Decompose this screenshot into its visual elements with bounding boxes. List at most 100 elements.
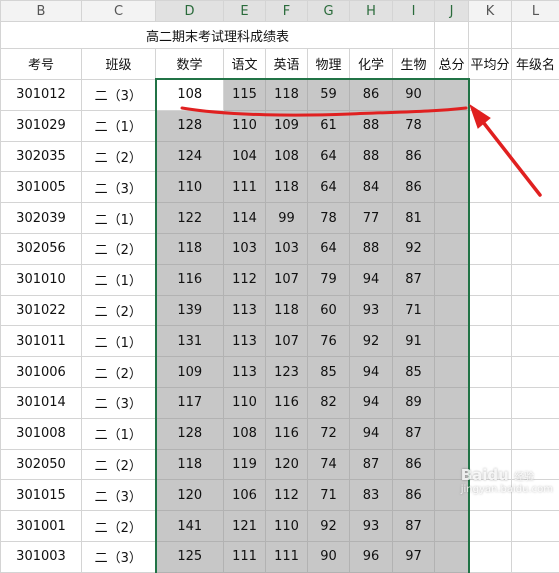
table-cell[interactable]: 110 bbox=[224, 110, 266, 141]
column-header-b[interactable]: B bbox=[1, 1, 82, 22]
table-cell[interactable]: 301003 bbox=[1, 541, 82, 572]
table-cell[interactable]: 86 bbox=[393, 480, 435, 511]
table-cell[interactable]: 302056 bbox=[1, 233, 82, 264]
table-cell[interactable]: 110 bbox=[224, 387, 266, 418]
table-cell[interactable]: 71 bbox=[393, 295, 435, 326]
table-cell[interactable] bbox=[435, 203, 469, 234]
table-cell[interactable]: 94 bbox=[350, 418, 393, 449]
table-cell[interactable]: 99 bbox=[266, 203, 308, 234]
table-cell[interactable]: 90 bbox=[393, 79, 435, 110]
table-cell[interactable]: 78 bbox=[308, 203, 350, 234]
table-cell[interactable] bbox=[435, 357, 469, 388]
table-cell[interactable]: 90 bbox=[308, 541, 350, 572]
table-cell[interactable]: 85 bbox=[393, 357, 435, 388]
table-cell[interactable] bbox=[512, 172, 559, 203]
header-cell-english[interactable]: 英语 bbox=[266, 49, 308, 80]
table-cell[interactable]: 301005 bbox=[1, 172, 82, 203]
table-cell[interactable]: 301012 bbox=[1, 79, 82, 110]
column-header-c[interactable]: C bbox=[82, 1, 156, 22]
table-cell[interactable]: 122 bbox=[156, 203, 224, 234]
table-cell[interactable]: 61 bbox=[308, 110, 350, 141]
table-cell[interactable] bbox=[512, 141, 559, 172]
table-cell[interactable]: 301006 bbox=[1, 357, 82, 388]
table-cell[interactable]: 85 bbox=[308, 357, 350, 388]
table-cell[interactable]: 96 bbox=[350, 541, 393, 572]
table-cell[interactable]: 139 bbox=[156, 295, 224, 326]
table-cell[interactable]: 87 bbox=[350, 449, 393, 480]
column-header-k[interactable]: K bbox=[469, 1, 512, 22]
table-cell[interactable] bbox=[469, 418, 512, 449]
table-cell[interactable]: 301008 bbox=[1, 418, 82, 449]
table-cell[interactable]: 302039 bbox=[1, 203, 82, 234]
cell[interactable] bbox=[512, 22, 559, 49]
table-cell[interactable]: 301029 bbox=[1, 110, 82, 141]
table-cell[interactable]: 86 bbox=[393, 172, 435, 203]
table-cell[interactable]: 120 bbox=[156, 480, 224, 511]
table-cell[interactable]: 二（1） bbox=[82, 203, 156, 234]
table-cell[interactable]: 二（1） bbox=[82, 326, 156, 357]
table-cell[interactable]: 103 bbox=[266, 233, 308, 264]
table-cell[interactable]: 116 bbox=[156, 264, 224, 295]
header-cell-chinese[interactable]: 语文 bbox=[224, 49, 266, 80]
table-cell[interactable]: 59 bbox=[308, 79, 350, 110]
table-cell[interactable] bbox=[435, 141, 469, 172]
table-cell[interactable]: 107 bbox=[266, 326, 308, 357]
table-cell[interactable]: 二（2） bbox=[82, 295, 156, 326]
table-cell[interactable]: 119 bbox=[224, 449, 266, 480]
table-cell[interactable] bbox=[435, 541, 469, 572]
header-cell-physics[interactable]: 物理 bbox=[308, 49, 350, 80]
table-cell[interactable]: 94 bbox=[350, 387, 393, 418]
table-cell[interactable]: 103 bbox=[224, 233, 266, 264]
table-cell[interactable]: 60 bbox=[308, 295, 350, 326]
table-cell[interactable]: 83 bbox=[350, 480, 393, 511]
column-header-j[interactable]: J bbox=[435, 1, 469, 22]
header-cell-exam-id[interactable]: 考号 bbox=[1, 49, 82, 80]
table-cell[interactable] bbox=[469, 110, 512, 141]
table-cell[interactable]: 116 bbox=[266, 418, 308, 449]
table-cell[interactable]: 二（3） bbox=[82, 541, 156, 572]
table-cell[interactable]: 93 bbox=[350, 295, 393, 326]
table-cell[interactable]: 118 bbox=[266, 79, 308, 110]
table-cell[interactable]: 77 bbox=[350, 203, 393, 234]
table-cell[interactable]: 二（2） bbox=[82, 141, 156, 172]
table-cell[interactable]: 94 bbox=[350, 357, 393, 388]
table-cell[interactable] bbox=[512, 387, 559, 418]
table-cell[interactable]: 88 bbox=[350, 110, 393, 141]
table-cell[interactable]: 二（1） bbox=[82, 418, 156, 449]
table-cell[interactable]: 94 bbox=[350, 264, 393, 295]
table-cell[interactable]: 82 bbox=[308, 387, 350, 418]
header-cell-chemistry[interactable]: 化学 bbox=[350, 49, 393, 80]
table-cell[interactable]: 二（3） bbox=[82, 172, 156, 203]
table-cell[interactable]: 302035 bbox=[1, 141, 82, 172]
table-cell[interactable]: 二（3） bbox=[82, 79, 156, 110]
table-cell[interactable]: 71 bbox=[308, 480, 350, 511]
column-header-g[interactable]: G bbox=[308, 1, 350, 22]
table-cell[interactable]: 106 bbox=[224, 480, 266, 511]
table-cell[interactable]: 118 bbox=[266, 295, 308, 326]
table-cell[interactable]: 104 bbox=[224, 141, 266, 172]
table-cell[interactable]: 115 bbox=[224, 79, 266, 110]
table-cell[interactable] bbox=[435, 418, 469, 449]
table-cell[interactable]: 87 bbox=[393, 264, 435, 295]
column-header-l[interactable]: L bbox=[512, 1, 559, 22]
column-header-e[interactable]: E bbox=[224, 1, 266, 22]
table-cell[interactable]: 301022 bbox=[1, 295, 82, 326]
table-cell[interactable]: 107 bbox=[266, 264, 308, 295]
table-cell[interactable]: 114 bbox=[224, 203, 266, 234]
table-cell[interactable]: 76 bbox=[308, 326, 350, 357]
header-cell-grade-rank[interactable]: 年级名 bbox=[512, 49, 559, 80]
table-cell[interactable]: 92 bbox=[393, 233, 435, 264]
header-cell-total[interactable]: 总分 bbox=[435, 49, 469, 80]
header-cell-math[interactable]: 数学 bbox=[156, 49, 224, 80]
sheet-title[interactable]: 高二期末考试理科成绩表 bbox=[1, 22, 435, 49]
table-cell[interactable]: 118 bbox=[156, 233, 224, 264]
table-cell[interactable]: 88 bbox=[350, 233, 393, 264]
table-cell[interactable]: 110 bbox=[156, 172, 224, 203]
table-cell[interactable] bbox=[512, 233, 559, 264]
table-cell[interactable]: 89 bbox=[393, 387, 435, 418]
table-cell[interactable]: 131 bbox=[156, 326, 224, 357]
table-cell[interactable] bbox=[435, 79, 469, 110]
table-cell[interactable]: 97 bbox=[393, 541, 435, 572]
table-cell[interactable] bbox=[469, 541, 512, 572]
table-cell[interactable] bbox=[469, 79, 512, 110]
